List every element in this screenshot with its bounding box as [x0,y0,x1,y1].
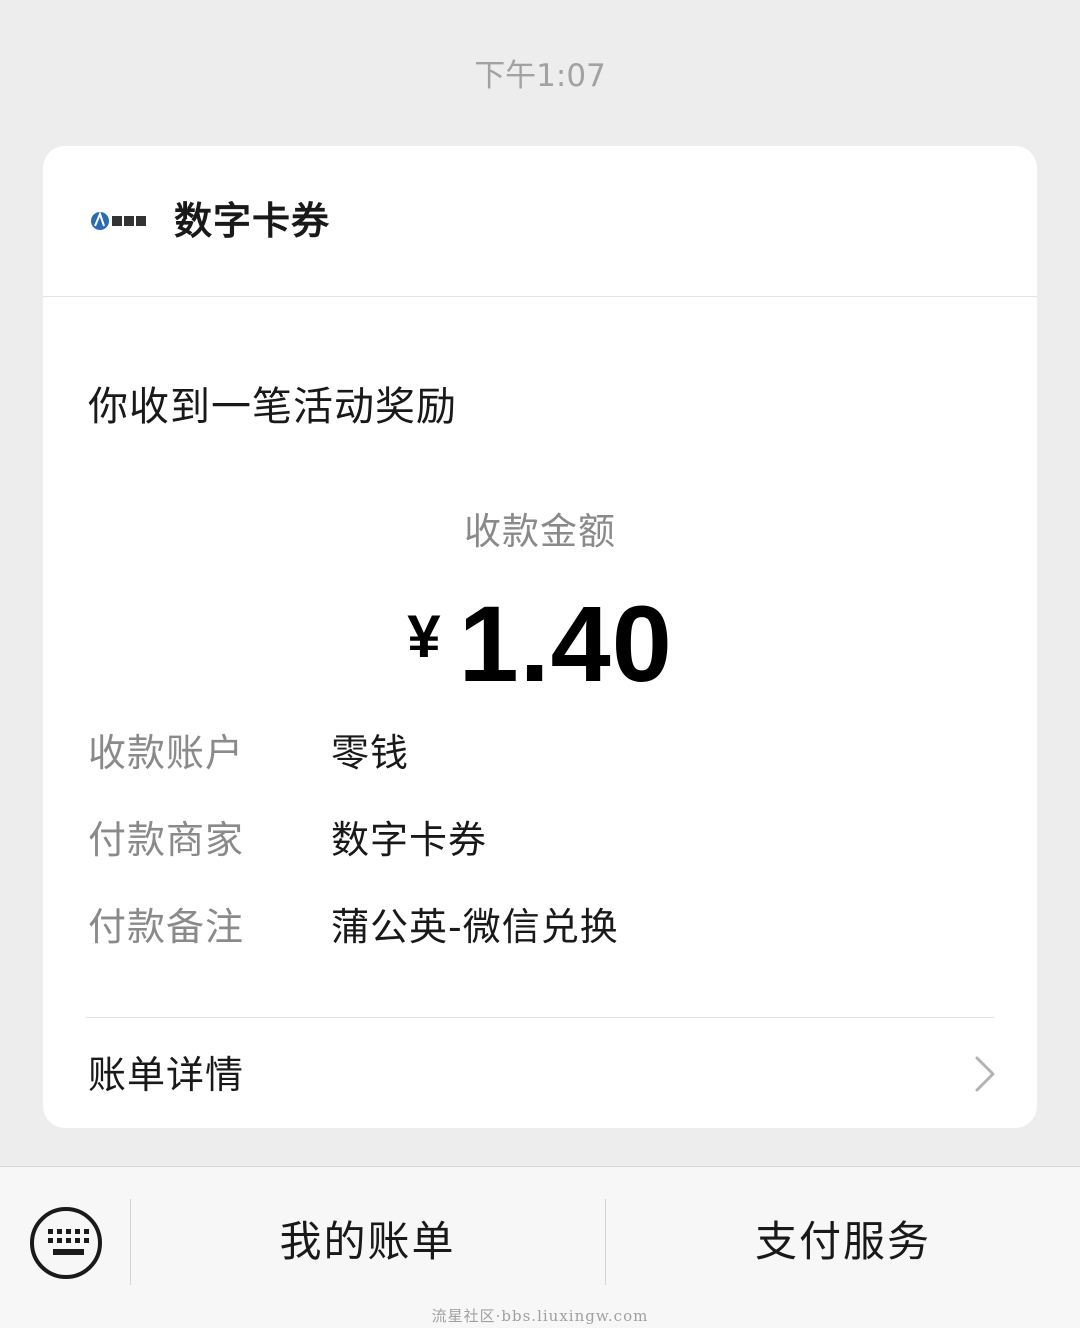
detail-value: 数字卡券 [331,818,488,862]
detail-label: 收款账户 [88,731,245,775]
payment-notification-card[interactable]: 数字卡券 你收到一笔活动奖励 收款金额 ¥1.40 收款账户 零钱 付款商家 数… [43,146,1037,1128]
detail-label: 付款备注 [88,905,245,949]
card-header[interactable]: 数字卡券 [43,146,1037,297]
merchant-logo-icon [91,211,146,230]
amount-value: 1.40 [458,583,673,704]
detail-label: 付款商家 [88,818,245,862]
bottom-menu-bar: 我的账单 支付服务 [0,1166,1080,1328]
merchant-name: 数字卡券 [174,199,331,243]
detail-value: 蒲公英-微信兑换 [331,905,619,949]
amount-display: ¥1.40 [43,584,1037,704]
detail-row-note: 付款备注 蒲公英-微信兑换 [88,902,992,952]
payment-services-button[interactable]: 支付服务 [606,1197,1080,1287]
message-timestamp: 下午1:07 [474,58,606,94]
keyboard-icon[interactable] [28,1205,104,1281]
notification-headline: 你收到一笔活动奖励 [88,384,457,430]
detail-row-account: 收款账户 零钱 [88,728,992,778]
detail-value: 零钱 [331,731,410,775]
watermark-text: 流星社区·bbs.liuxingw.com [431,1307,649,1325]
my-bills-button[interactable]: 我的账单 [131,1197,604,1287]
bill-detail-label: 账单详情 [88,1053,245,1097]
amount-label: 收款金额 [464,510,616,553]
bill-detail-link[interactable]: 账单详情 [43,1018,1037,1128]
detail-row-merchant: 付款商家 数字卡券 [88,815,992,865]
currency-symbol: ¥ [407,603,441,670]
chevron-right-icon [975,1056,995,1092]
